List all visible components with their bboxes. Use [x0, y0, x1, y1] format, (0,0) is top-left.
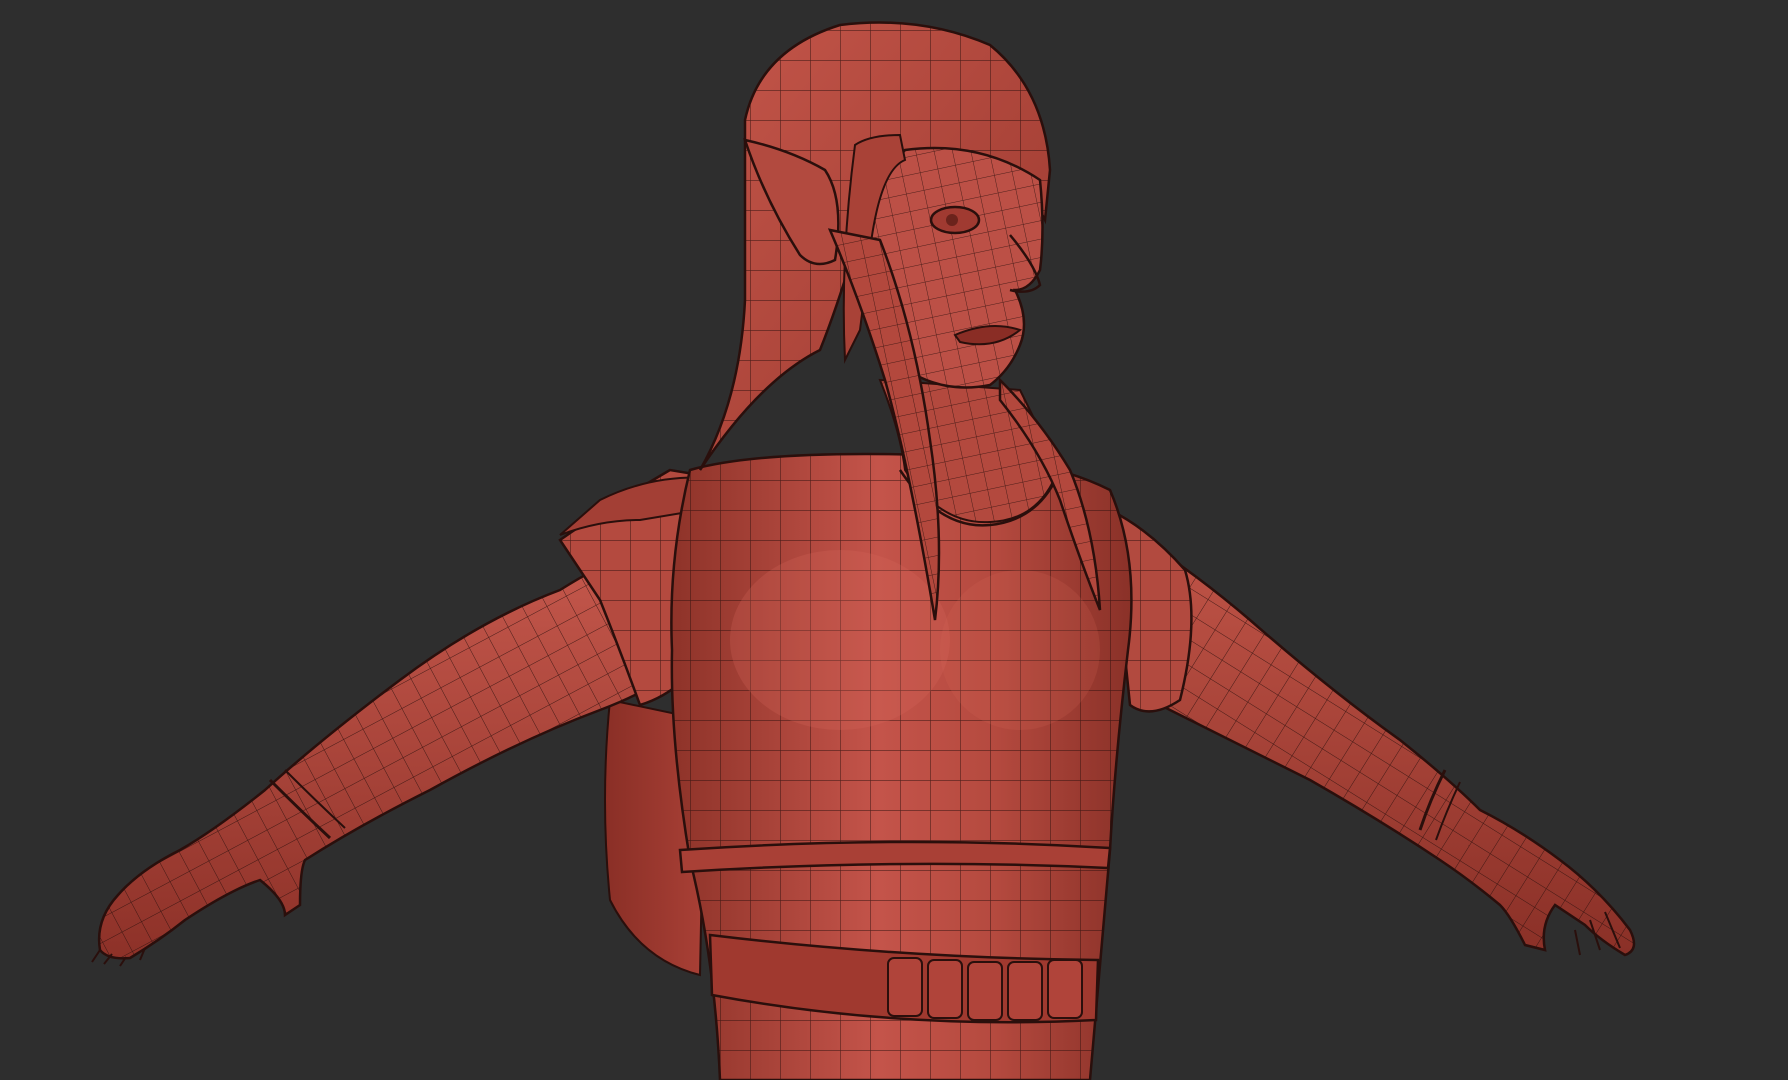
- torso: [670, 452, 1133, 1080]
- right-arm: [1108, 507, 1636, 957]
- belt-buckle: [887, 957, 1083, 1021]
- sculpt-model[interactable]: [0, 0, 1788, 1080]
- 3d-viewport[interactable]: [0, 0, 1788, 1080]
